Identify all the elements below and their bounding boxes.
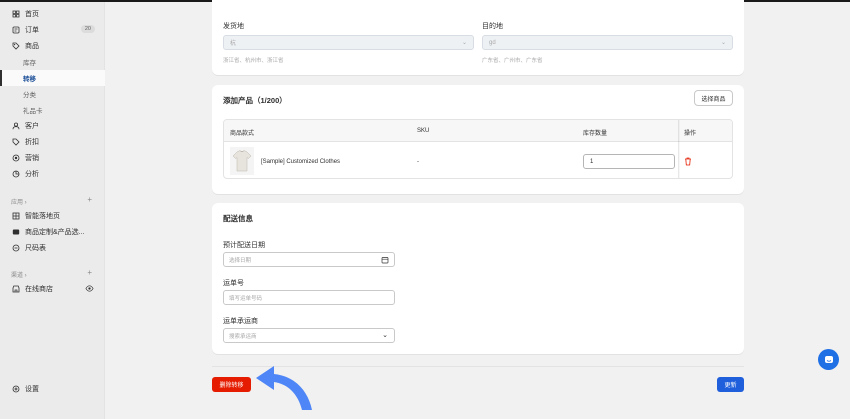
eye-icon[interactable] xyxy=(85,284,94,293)
column-header-actions: 操作 xyxy=(684,131,697,137)
sidebar-item-customers[interactable]: 客户 xyxy=(0,118,105,134)
sidebar-app-product-customizer[interactable]: 商品定制&产品选... xyxy=(0,224,105,240)
column-header-sku: SKU xyxy=(417,128,430,134)
calendar-icon xyxy=(381,257,389,264)
product-name[interactable]: [Sample] Customized Clothes xyxy=(261,159,340,165)
column-header-variant: 商品款式 xyxy=(230,131,255,137)
gear-icon xyxy=(11,384,21,394)
products-title: 添加产品（1/200） xyxy=(223,96,287,105)
sidebar-item-label: 分析 xyxy=(25,171,39,178)
sidebar-item-label: 折扣 xyxy=(25,139,39,146)
home-icon xyxy=(11,9,21,19)
sidebar-item-marketing[interactable]: 营销 xyxy=(0,150,105,166)
sidebar-item-discounts[interactable]: 折扣 xyxy=(0,134,105,150)
sidebar-item-label: 营销 xyxy=(25,155,39,162)
tag-icon xyxy=(11,41,21,51)
product-thumbnail xyxy=(230,147,254,175)
destination-hint: 广东省、广州市、广东省 xyxy=(482,58,543,64)
app-icon xyxy=(11,227,21,237)
origin-select[interactable]: 杭 ⌄ xyxy=(223,35,474,50)
order-icon xyxy=(11,25,21,35)
add-channel-icon[interactable]: + xyxy=(87,268,92,277)
sidebar-item-label: 设置 xyxy=(25,386,39,393)
destination-select[interactable]: gd ⌄ xyxy=(482,35,733,50)
shipping-title: 配送信息 xyxy=(223,214,253,223)
trash-icon[interactable] xyxy=(684,157,692,166)
person-icon xyxy=(11,121,21,131)
date-input[interactable]: 选择日期 xyxy=(223,252,395,267)
destination-label: 目的地 xyxy=(482,23,503,30)
sidebar-item-label: 商品 xyxy=(25,43,39,50)
origin-label: 发货地 xyxy=(223,23,244,30)
discount-icon xyxy=(11,137,21,147)
chevron-down-icon: ⌄ xyxy=(720,40,726,46)
location-card: 发货地 杭 ⌄ 浙江省、杭州市、浙江省 目的地 gd ⌄ 广东省、广州市、广东省 xyxy=(212,0,744,75)
origin-hint: 浙江省、杭州市、浙江省 xyxy=(223,58,284,64)
sidebar-item-label: 尺码表 xyxy=(25,245,46,252)
sidebar-item-label: 客户 xyxy=(25,123,39,130)
products-table: 商品款式 SKU 库存数量 操作 [Sample] Customized Clo… xyxy=(223,119,733,179)
sidebar-item-settings[interactable]: 设置 xyxy=(0,381,105,397)
sidebar-subitem-collections[interactable]: 分类 xyxy=(0,86,105,102)
sidebar-app-landing-page[interactable]: 智能落地页 xyxy=(0,208,105,224)
channels-section-label[interactable]: 渠道 › xyxy=(11,270,27,279)
marketing-icon xyxy=(11,153,21,163)
add-app-icon[interactable]: + xyxy=(87,195,92,204)
products-card: 添加产品（1/200） 选择商品 商品款式 SKU 库存数量 操作 [Sampl… xyxy=(212,85,744,194)
sidebar-app-size-chart[interactable]: 尺码表 xyxy=(0,240,105,256)
delete-transfer-button[interactable]: 删除转移 xyxy=(212,377,251,392)
pointer-arrow-icon xyxy=(256,366,312,410)
table-header: 商品款式 SKU 库存数量 操作 xyxy=(224,120,732,142)
sidebar-item-label: 订单 xyxy=(25,27,39,34)
column-header-quantity: 库存数量 xyxy=(583,131,608,137)
chevron-down-icon: ⌄ xyxy=(382,332,388,339)
update-button[interactable]: 更新 xyxy=(717,377,744,392)
chat-icon xyxy=(824,355,833,363)
analytics-icon xyxy=(11,169,21,179)
chevron-down-icon: ⌄ xyxy=(461,40,467,46)
sidebar-item-label: 首页 xyxy=(25,11,39,18)
ruler-icon xyxy=(11,243,21,253)
sidebar-item-label: 商品定制&产品选... xyxy=(25,229,85,236)
carrier-select[interactable]: 搜索承运商 ⌄ xyxy=(223,328,395,343)
sidebar: 首页 订单 20 商品 库存 转移 分类 礼品卡 客户 折扣 营销 分析 应用 … xyxy=(0,2,105,419)
sidebar-subitem-gift-cards[interactable]: 礼品卡 xyxy=(0,102,105,118)
shipping-card: 配送信息 预计配送日期 选择日期 运单号 填写运单号码 运单承运商 搜索承运商 … xyxy=(212,203,744,354)
store-icon xyxy=(11,284,21,294)
sidebar-item-analytics[interactable]: 分析 xyxy=(0,166,105,182)
tracking-label: 运单号 xyxy=(223,280,244,287)
quantity-input[interactable]: 1 xyxy=(583,154,675,169)
carrier-label: 运单承运商 xyxy=(223,318,258,325)
sidebar-item-home[interactable]: 首页 xyxy=(0,6,105,22)
product-sku: - xyxy=(417,159,419,165)
order-count-badge: 20 xyxy=(80,25,95,33)
sidebar-item-label: 在线商店 xyxy=(25,286,53,293)
sidebar-item-products[interactable]: 商品 xyxy=(0,38,105,54)
sidebar-subitem-inventory[interactable]: 库存 xyxy=(0,54,105,70)
chat-support-button[interactable] xyxy=(818,349,839,370)
date-label: 预计配送日期 xyxy=(223,242,265,249)
sticky-column-shadow xyxy=(678,120,680,178)
sidebar-item-label: 智能落地页 xyxy=(25,213,60,220)
select-products-button[interactable]: 选择商品 xyxy=(694,90,733,106)
grid-icon xyxy=(11,211,21,221)
sidebar-subitem-transfers[interactable]: 转移 xyxy=(0,70,105,86)
tracking-number-input[interactable]: 填写运单号码 xyxy=(223,290,395,305)
sidebar-item-orders[interactable]: 订单 20 xyxy=(0,22,105,38)
apps-section-label[interactable]: 应用 › xyxy=(11,197,27,206)
